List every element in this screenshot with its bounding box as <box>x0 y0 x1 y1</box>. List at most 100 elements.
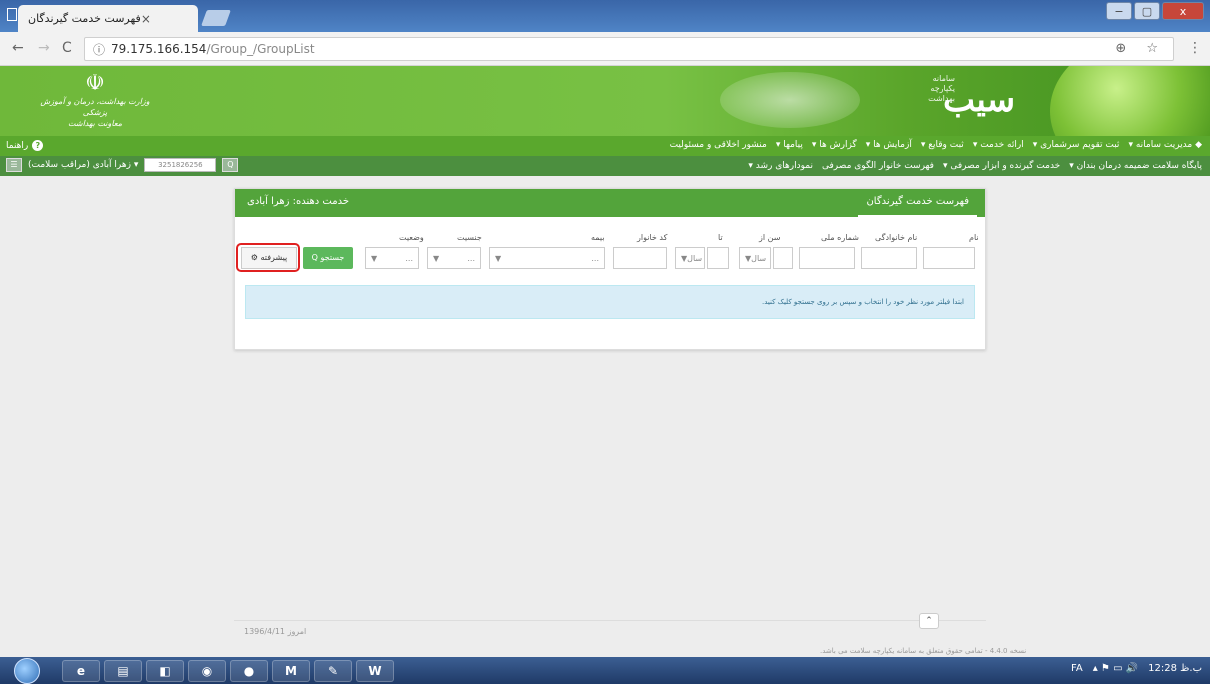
age-from-unit: سال <box>751 253 767 263</box>
label-insurance: بیمه <box>591 233 605 242</box>
taskbar-opera-icon[interactable]: ● <box>230 660 268 682</box>
taskbar-ie-icon[interactable]: e <box>62 660 100 682</box>
chevron-down-icon: ▼ <box>371 253 378 263</box>
label-family: نام خانوادگی <box>875 233 918 242</box>
help-label: راهنما <box>6 140 29 151</box>
taskbar-word-icon[interactable]: W <box>356 660 394 682</box>
browser-toolbar: ← → C ⓘ 79.175.166.154 /Group_/GroupList… <box>0 32 1210 66</box>
bookmark-icon[interactable]: ⊕ ☆ <box>1115 41 1166 56</box>
forward-icon[interactable]: → <box>38 40 50 56</box>
search-button[interactable]: Q جستجو <box>303 247 353 269</box>
label-status: وضعیت <box>399 233 424 242</box>
help-icon: ? <box>32 140 44 151</box>
taskbar-explorer-icon[interactable]: ▤ <box>104 660 142 682</box>
brand-name: سیب <box>943 80 1016 120</box>
reload-icon[interactable]: C <box>62 40 72 56</box>
ministry-logo: ☫ وزارت بهداشت، درمان و آموزش پزشکی معاو… <box>40 72 150 130</box>
code-search-icon[interactable]: Q <box>222 158 239 172</box>
label-household-code: کد خانوار <box>637 233 668 242</box>
menu-item-system[interactable]: ◆ مدیریت سامانه ▾ <box>1128 140 1202 150</box>
browser-tab[interactable]: × فهرست خدمت گیرندگان <box>18 5 198 32</box>
status-bar <box>0 645 1210 657</box>
taskbar-chrome-icon[interactable]: ◉ <box>188 660 226 682</box>
apple-graphic <box>1050 66 1210 136</box>
minimize-button[interactable]: − <box>1106 2 1132 20</box>
emblem-line1: وزارت بهداشت، درمان و آموزش پزشکی <box>40 97 150 117</box>
back-icon[interactable]: ← <box>12 40 24 56</box>
menu-item-health-base[interactable]: پایگاه سلامت ضمیمه درمان بندان ▾ <box>1069 161 1202 171</box>
age-to-input[interactable] <box>707 247 729 269</box>
family-input[interactable] <box>861 247 917 269</box>
search-panel: فهرست خدمت گیرندگان خدمت دهنده: زهرا آبا… <box>234 188 986 350</box>
menu-item-growth-charts[interactable]: نمودارهای رشد ▾ <box>748 161 813 171</box>
menu-item-messages[interactable]: پیامها ▾ <box>776 140 803 150</box>
help-link[interactable]: راهنما ? <box>6 140 44 151</box>
label-name: نام <box>969 233 979 242</box>
age-from-input[interactable] <box>773 247 793 269</box>
status-select[interactable]: ▼ ... <box>365 247 419 269</box>
main-menu: ◆ مدیریت سامانه ▾ ثبت تقویم سرشماری ▾ ار… <box>0 136 1210 156</box>
language-indicator[interactable]: FA <box>1071 663 1083 674</box>
taskbar-media-icon[interactable]: ◧ <box>146 660 184 682</box>
brand-logo: سامانه یکپارچه بهداشت سیب <box>905 72 1015 130</box>
menu-item-charter[interactable]: منشور اخلاقی و مسئولیت <box>670 140 767 150</box>
age-to-unit-select[interactable]: ▼ سال <box>675 247 705 269</box>
emblem-icon: ☫ <box>85 71 105 96</box>
tab-close-icon[interactable]: × <box>141 12 151 26</box>
code-input[interactable]: 3251826256 <box>144 158 217 172</box>
maximize-button[interactable]: ▢ <box>1134 2 1160 20</box>
panel-header: فهرست خدمت گیرندگان خدمت دهنده: زهرا آبا… <box>235 189 985 217</box>
menu-item-service-recipient[interactable]: خدمت گیرنده و ابزار مصرفی ▾ <box>943 161 1060 171</box>
user-dropdown[interactable]: زهرا آبادی (مراقب سلامت) ▾ <box>28 160 138 170</box>
label-gender: جنسیت <box>457 233 482 242</box>
scroll-top-button[interactable]: ⌃ <box>919 613 939 629</box>
menu-item-household-list[interactable]: فهرست خانوار الگوی مصرفی <box>822 161 934 171</box>
page-icon <box>7 8 17 21</box>
tray-icons[interactable]: ▴ ⚑ ▭ 🔊 <box>1093 663 1138 674</box>
insurance-select[interactable]: ▼ ... <box>489 247 605 269</box>
user-bar: ☰ زهرا آبادی (مراقب سلامت) ▾ 3251826256 … <box>6 158 239 172</box>
national-id-input[interactable] <box>799 247 855 269</box>
menu-item-events[interactable]: ثبت وقایع ▾ <box>921 140 964 150</box>
age-from-unit-select[interactable]: ▼ سال <box>739 247 771 269</box>
header-decoration <box>720 72 860 128</box>
menu-item-tests[interactable]: آزمایش ها ▾ <box>866 140 912 150</box>
window-controls: − ▢ x <box>1106 2 1204 20</box>
tab-provider[interactable]: خدمت دهنده: زهرا آبادی <box>239 193 357 217</box>
clock[interactable]: 12:28 ب.ظ <box>1148 663 1202 674</box>
version-text: نسخه 4.4.0 - تمامی حقوق متعلق به سامانه … <box>820 647 1027 655</box>
name-input[interactable] <box>923 247 975 269</box>
info-alert: ابتدا فیلتر مورد نظر خود را انتخاب و سپس… <box>245 285 975 319</box>
windows-logo-icon <box>14 658 40 684</box>
footer-divider <box>234 620 986 621</box>
address-bar[interactable]: ⓘ 79.175.166.154 /Group_/GroupList <box>84 37 1174 61</box>
url-host: 79.175.166.154 <box>111 42 207 56</box>
taskbar-mail-icon[interactable]: M <box>272 660 310 682</box>
site-info-icon[interactable]: ⓘ <box>93 41 105 58</box>
browser-menu-icon[interactable]: ⋮ <box>1188 40 1202 56</box>
close-window-button[interactable]: x <box>1162 2 1204 20</box>
label-age-from: سن از <box>759 233 781 242</box>
chevron-down-icon: ▼ <box>433 253 440 263</box>
household-code-input[interactable] <box>613 247 667 269</box>
label-national-id: شماره ملی <box>821 233 859 242</box>
menu-item-services[interactable]: ارائه خدمت ▾ <box>973 140 1024 150</box>
secondary-menu: پایگاه سلامت ضمیمه درمان بندان ▾ خدمت گی… <box>0 156 1210 176</box>
highlight-box <box>236 243 300 272</box>
emblem-line2: معاونت بهداشت <box>68 119 122 128</box>
tab-title: فهرست خدمت گیرندگان <box>28 12 141 25</box>
label-age-to: تا <box>718 233 723 242</box>
status-placeholder: ... <box>405 253 413 263</box>
age-to-unit: سال <box>687 253 703 263</box>
tab-recipients-list[interactable]: فهرست خدمت گیرندگان <box>858 193 977 217</box>
url-path: /Group_/GroupList <box>206 42 315 56</box>
menu-item-reports[interactable]: گزارش ها ▾ <box>812 140 857 150</box>
site-header: ☫ وزارت بهداشت، درمان و آموزش پزشکی معاو… <box>0 66 1210 136</box>
gender-placeholder: ... <box>467 253 475 263</box>
menu-item-census[interactable]: ثبت تقویم سرشماری ▾ <box>1033 140 1120 150</box>
taskbar-paint-icon[interactable]: ✎ <box>314 660 352 682</box>
toggle-icon[interactable]: ☰ <box>6 158 22 172</box>
start-button[interactable] <box>8 657 44 684</box>
gender-select[interactable]: ▼ ... <box>427 247 481 269</box>
system-tray: FA ▴ ⚑ ▭ 🔊 12:28 ب.ظ <box>1071 663 1202 674</box>
